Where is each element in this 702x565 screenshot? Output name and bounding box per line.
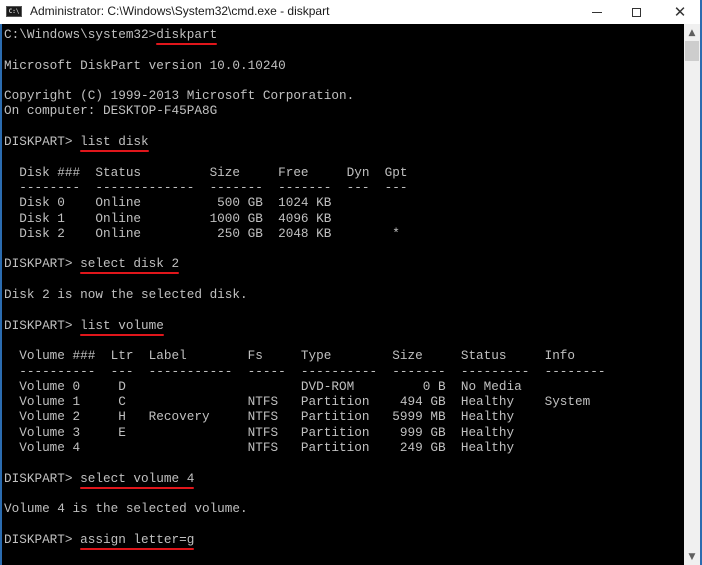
output-line: Volume 3 E NTFS Partition 999 GB Healthy — [4, 424, 515, 440]
title-bar[interactable]: C:\ Administrator: C:\Windows\System32\c… — [0, 0, 702, 24]
vertical-scrollbar[interactable]: ▲ ▼ — [684, 24, 700, 565]
cmd-icon[interactable]: C:\ — [6, 6, 22, 17]
prompt: DISKPART> — [4, 531, 81, 547]
prompt-line: DISKPART> list disk — [4, 134, 606, 149]
output-line: Disk ### Status Size Free Dyn Gpt — [4, 164, 408, 180]
output-line: Disk 1 Online 1000 GB 4096 KB — [4, 210, 332, 226]
output-line: Copyright (C) 1999-2013 Microsoft Corpor… — [4, 88, 355, 104]
output-line: On computer: DESKTOP-F45PA8G — [4, 103, 218, 119]
command-text: select volume 4 — [80, 470, 195, 486]
scroll-down-button[interactable]: ▼ — [684, 548, 700, 565]
command-text: assign letter=g — [80, 531, 195, 547]
output-line: Volume 4 is the selected volume. — [4, 501, 248, 517]
prompt: DISKPART> — [4, 256, 81, 272]
output-line: Volume 1 C NTFS Partition 494 GB Healthy… — [4, 394, 591, 410]
console-lines: C:\Windows\system32>diskpart Microsoft Di… — [4, 27, 606, 547]
output-line: ---------- --- ----------- ----- -------… — [4, 363, 606, 379]
command-text: list disk — [80, 134, 149, 150]
cmd-icon-text: C:\ — [8, 8, 20, 15]
prompt-line: DISKPART> select disk 2 — [4, 256, 606, 271]
cmd-window: C:\ Administrator: C:\Windows\System32\c… — [0, 0, 702, 565]
command-text: diskpart — [156, 27, 218, 42]
output-line: Disk 2 Online 250 GB 2048 KB * — [4, 225, 400, 241]
window-title: Administrator: C:\Windows\System32\cmd.e… — [30, 4, 330, 18]
output-line: Volume 0 D DVD-ROM 0 B No Media — [4, 378, 522, 394]
scroll-thumb[interactable] — [685, 41, 699, 61]
output-line: Disk 2 is now the selected disk. — [4, 287, 248, 303]
close-icon: ✕ — [673, 2, 687, 21]
prompt-line: C:\Windows\system32>diskpart — [4, 27, 606, 42]
console-output[interactable]: C:\Windows\system32>diskpart Microsoft Di… — [0, 24, 684, 565]
output-line: -------- ------------- ------- ------- -… — [4, 179, 408, 195]
minimize-icon — [592, 11, 602, 13]
chevron-up-icon: ▲ — [688, 27, 696, 38]
scroll-up-button[interactable]: ▲ — [684, 24, 700, 41]
maximize-button[interactable] — [614, 0, 658, 24]
prompt-line: DISKPART> select volume 4 — [4, 471, 606, 486]
prompt: DISKPART> — [4, 134, 81, 150]
close-button[interactable]: ✕ — [658, 0, 702, 24]
output-line: Microsoft DiskPart version 10.0.10240 — [4, 57, 286, 73]
output-line: Disk 0 Online 500 GB 1024 KB — [4, 195, 332, 211]
output-line: Volume ### Ltr Label Fs Type Size Status… — [4, 348, 576, 364]
minimize-button[interactable] — [575, 0, 619, 24]
command-text: select disk 2 — [80, 256, 180, 272]
command-text: list volume — [80, 317, 164, 333]
prompt: C:\Windows\system32> — [4, 27, 157, 42]
output-line: Volume 2 H Recovery NTFS Partition 5999 … — [4, 409, 515, 425]
maximize-icon — [631, 7, 641, 17]
output-line: Volume 4 NTFS Partition 249 GB Healthy — [4, 440, 515, 456]
prompt: DISKPART> — [4, 317, 81, 333]
prompt-line: DISKPART> list volume — [4, 318, 606, 333]
prompt-line: DISKPART> assign letter=g — [4, 532, 606, 547]
prompt: DISKPART> — [4, 470, 81, 486]
chevron-down-icon: ▼ — [688, 551, 696, 562]
